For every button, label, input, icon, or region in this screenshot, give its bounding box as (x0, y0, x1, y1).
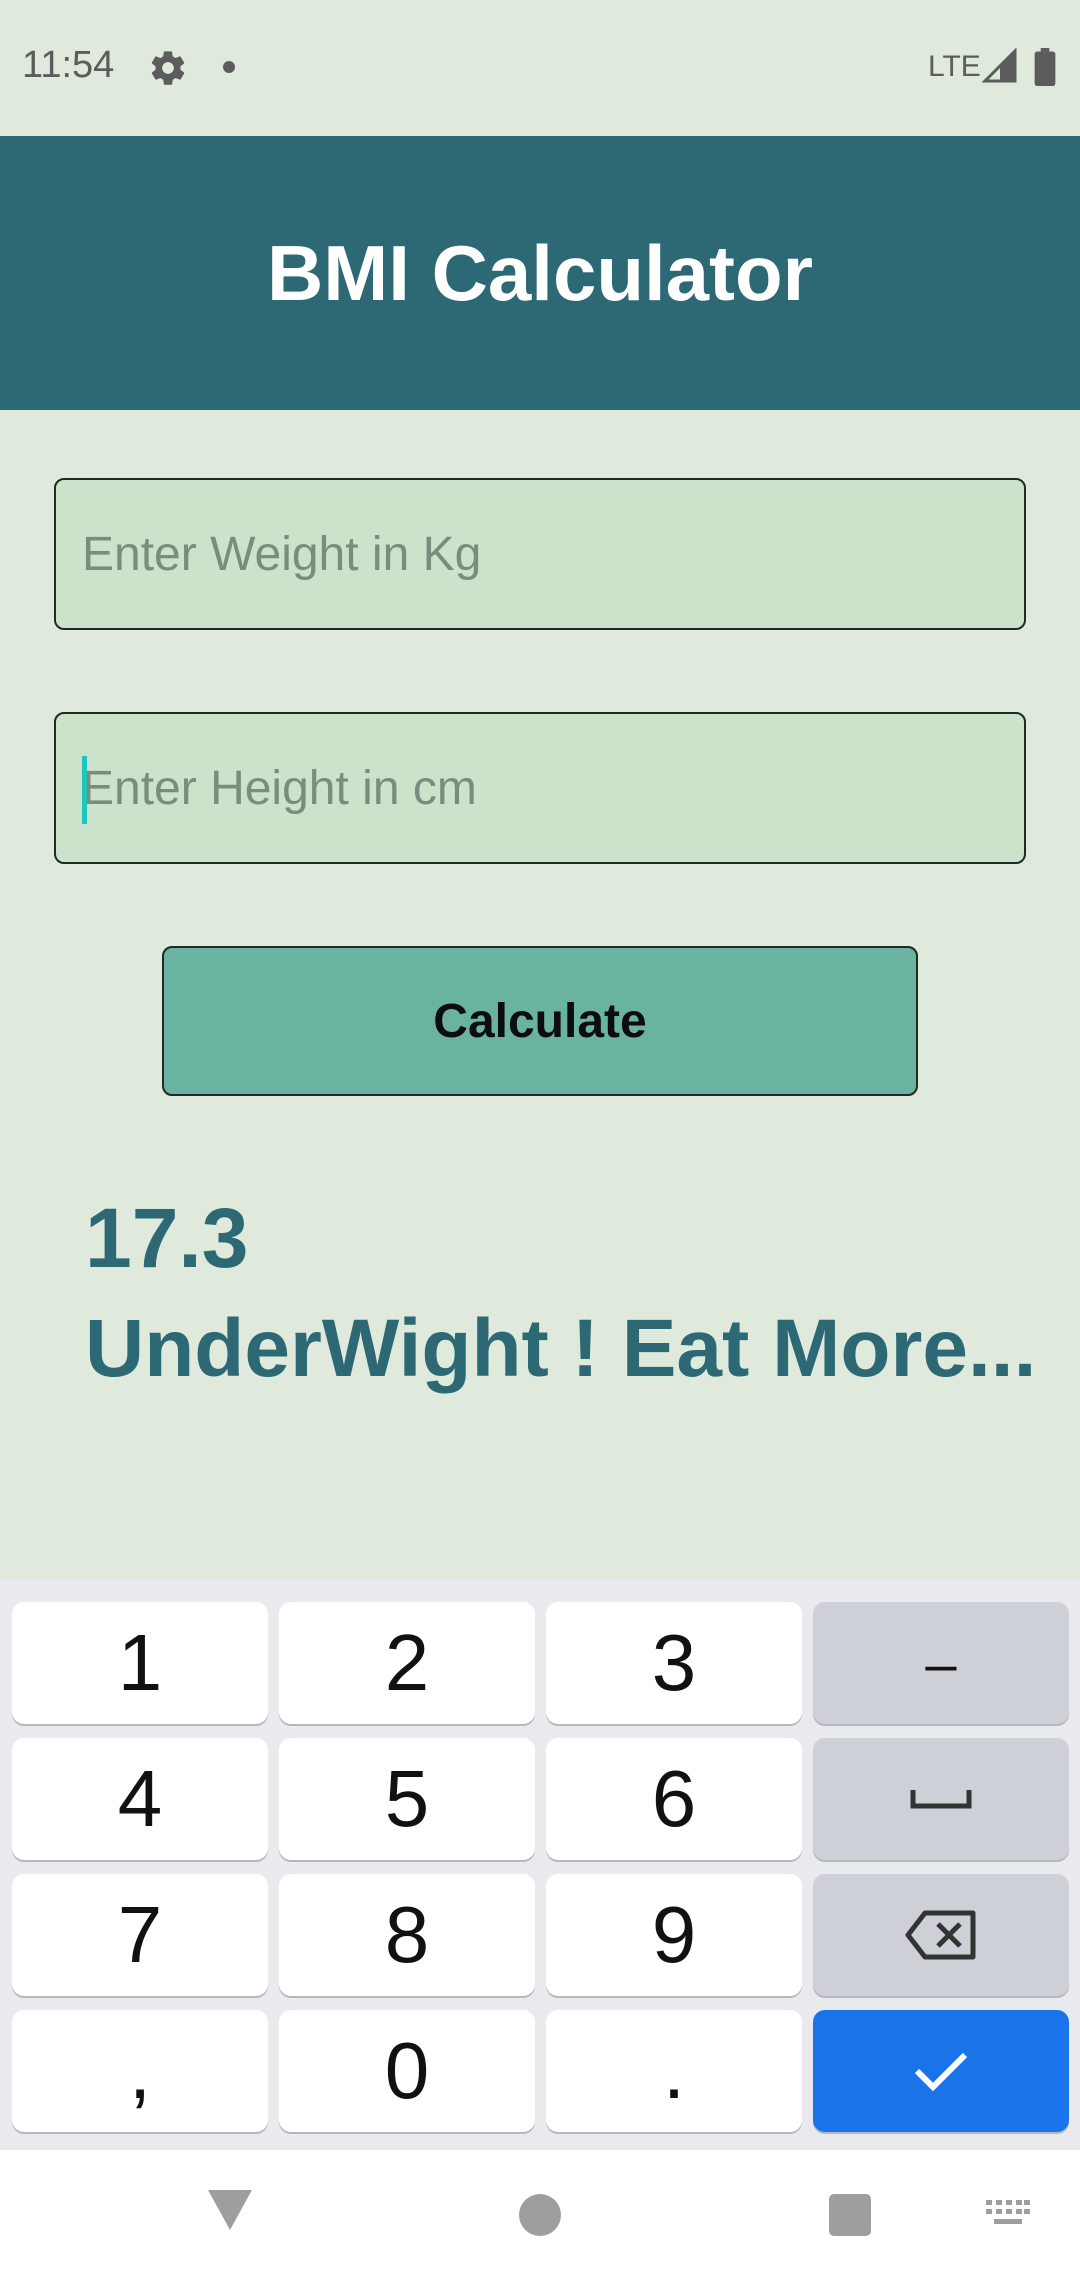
status-bar: 11:54 LTE (0, 0, 1080, 136)
keyboard-switch-icon[interactable] (986, 2200, 1030, 2230)
key-done[interactable] (813, 2010, 1069, 2132)
numeric-keyboard: 1 2 3 – 4 5 6 7 8 9 , 0 . (0, 1580, 1080, 2150)
key-2[interactable]: 2 (279, 1602, 535, 1724)
backspace-icon (905, 1910, 976, 1960)
app-bar: BMI Calculator (0, 136, 1080, 410)
signal-icon (982, 48, 1017, 83)
key-backspace[interactable] (813, 1874, 1069, 1996)
key-comma[interactable]: , (12, 2010, 268, 2132)
key-0[interactable]: 0 (279, 2010, 535, 2132)
key-1[interactable]: 1 (12, 1602, 268, 1724)
battery-icon (1034, 48, 1056, 86)
weight-input[interactable] (82, 526, 1024, 582)
key-4[interactable]: 4 (12, 1738, 268, 1860)
key-minus[interactable]: – (813, 1602, 1069, 1724)
status-time: 11:54 (22, 44, 115, 86)
home-icon[interactable] (519, 2194, 561, 2236)
app-title: BMI Calculator (266, 228, 814, 317)
gear-icon (151, 51, 185, 85)
recents-icon[interactable] (829, 2194, 871, 2236)
checkmark-icon (914, 2052, 968, 2092)
notification-dot-icon (223, 61, 235, 73)
space-icon (910, 1790, 972, 1809)
key-5[interactable]: 5 (279, 1738, 535, 1860)
key-7[interactable]: 7 (12, 1874, 268, 1996)
height-input[interactable] (82, 760, 1024, 816)
key-9[interactable]: 9 (546, 1874, 802, 1996)
key-period[interactable]: . (546, 2010, 802, 2132)
weight-field[interactable] (54, 478, 1026, 630)
text-cursor (82, 756, 87, 824)
key-space[interactable] (813, 1738, 1069, 1860)
key-3[interactable]: 3 (546, 1602, 802, 1724)
height-field[interactable] (54, 712, 1026, 864)
bmi-value: 17.3 (85, 1191, 249, 1285)
navigation-bar (0, 2150, 1080, 2280)
back-icon[interactable] (206, 2188, 254, 2232)
bmi-message: UnderWight ! Eat More... (85, 1303, 1037, 1394)
calculate-button[interactable]: Calculate (162, 946, 918, 1096)
key-8[interactable]: 8 (279, 1874, 535, 1996)
network-type: LTE (928, 50, 981, 83)
key-6[interactable]: 6 (546, 1738, 802, 1860)
